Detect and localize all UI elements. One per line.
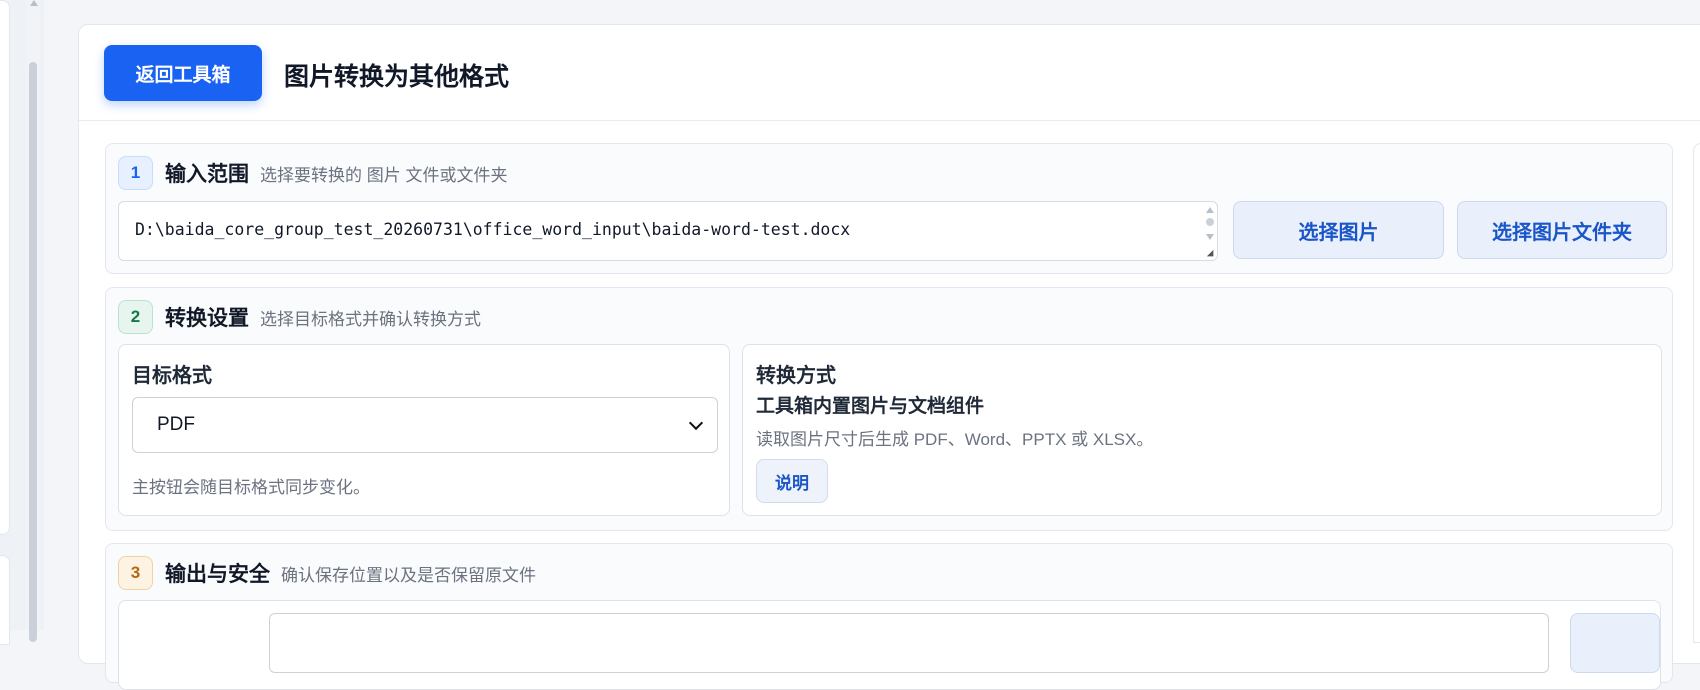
page-header: 返回工具箱 图片转换为其他格式 [79,25,1700,121]
step-header: 3 输出与安全 确认保存位置以及是否保留原文件 [118,556,536,590]
step-title: 输出与安全 [165,563,270,586]
step-title: 输入范围 [165,163,249,186]
conversion-method-label: 转换方式 [756,365,836,387]
target-format-label: 目标格式 [132,365,212,387]
step-title: 转换设置 [165,307,249,330]
section-conversion-settings: 2 转换设置 选择目标格式并确认转换方式 目标格式 PDF 主按钮会随目标格式同… [105,287,1673,531]
explain-button[interactable]: 说明 [756,459,828,503]
chevron-down-icon [688,415,704,431]
main-card: 返回工具箱 图片转换为其他格式 1 输入范围 选择要转换的 图片 文件或文件夹 … [78,24,1700,690]
output-settings-card [118,600,1661,690]
resize-grip-icon[interactable]: ◢ [1204,247,1216,259]
page-scrollbar[interactable] [26,0,40,642]
back-to-toolbox-button[interactable]: 返回工具箱 [104,45,262,101]
step-description: 选择要转换的 图片 文件或文件夹 [260,165,508,185]
step-number-badge: 3 [118,556,153,590]
step-header: 1 输入范围 选择要转换的 图片 文件或文件夹 [118,156,507,190]
right-side-panel [1693,143,1700,643]
step-number-badge: 2 [118,300,153,334]
step-description: 选择目标格式并确认转换方式 [260,309,481,329]
target-format-select[interactable]: PDF [132,397,718,453]
left-side-panel [0,0,10,535]
input-path-field[interactable]: D:\baida_core_group_test_20260731\office… [118,201,1218,261]
output-browse-button[interactable] [1570,613,1660,673]
select-images-button[interactable]: 选择图片 [1233,201,1444,259]
conversion-method-name: 工具箱内置图片与文档组件 [756,396,985,417]
section-output-security: 3 输出与安全 确认保存位置以及是否保留原文件 [105,543,1673,690]
scroll-thumb[interactable] [1206,218,1214,226]
target-format-card: 目标格式 PDF 主按钮会随目标格式同步变化。 [118,344,730,516]
output-path-field[interactable] [269,613,1549,673]
select-image-folder-button[interactable]: 选择图片文件夹 [1457,201,1667,259]
step-header: 2 转换设置 选择目标格式并确认转换方式 [118,300,481,334]
target-format-hint: 主按钮会随目标格式同步变化。 [132,478,370,497]
conversion-method-description: 读取图片尺寸后生成 PDF、Word、PPTX 或 XLSX。 [756,430,1154,449]
scroll-up-arrow-icon[interactable] [30,0,38,6]
target-format-selected-value: PDF [157,414,195,435]
conversion-method-card: 转换方式 工具箱内置图片与文档组件 读取图片尺寸后生成 PDF、Word、PPT… [742,344,1662,516]
step-number-badge: 1 [118,156,153,190]
page-title: 图片转换为其他格式 [284,63,510,91]
scroll-down-arrow-icon[interactable] [1206,234,1214,240]
section-input-scope: 1 输入范围 选择要转换的 图片 文件或文件夹 D:\baida_core_gr… [105,143,1673,274]
step-description: 确认保存位置以及是否保留原文件 [281,565,536,585]
scroll-up-arrow-icon[interactable] [1206,207,1214,213]
scroll-thumb[interactable] [29,62,37,642]
left-side-panel-lower [0,555,10,645]
input-path-value: D:\baida_core_group_test_20260731\office… [135,220,851,239]
